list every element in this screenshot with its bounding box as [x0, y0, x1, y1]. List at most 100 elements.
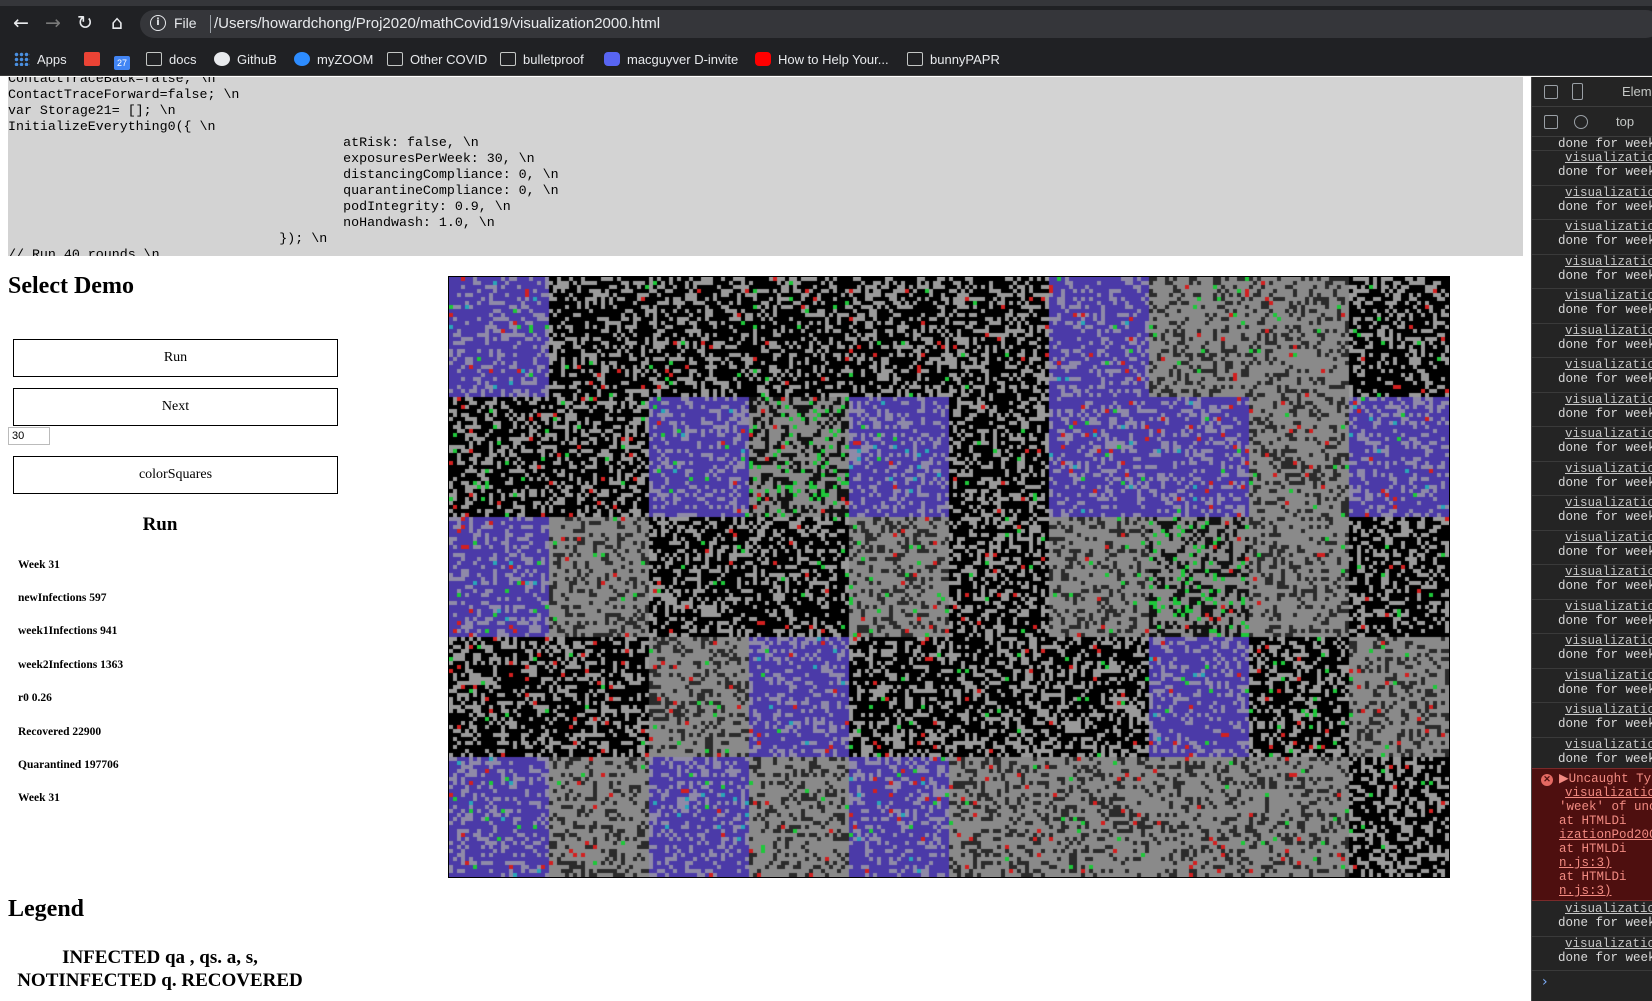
zoom-icon — [294, 52, 310, 66]
log-source-link[interactable]: visualizatio — [1558, 186, 1652, 200]
bookmark-label: How to Help Your... — [778, 52, 889, 67]
error-icon: ✕ — [1541, 774, 1553, 786]
address-bar[interactable]: i File /Users/howardchong/Proj2020/mathC… — [140, 10, 1652, 38]
code-line: }); \n — [8, 231, 328, 246]
error-line: 'week' of unc — [1559, 800, 1652, 814]
apps-icon — [14, 52, 30, 66]
bookmark-github[interactable]: GithuB — [214, 50, 277, 70]
bookmark-bunnypapr[interactable]: bunnyPAPR — [907, 50, 1000, 70]
error-line: at HTMLDi — [1559, 870, 1627, 884]
home-icon[interactable]: ⌂ — [106, 12, 128, 34]
log-source-link[interactable]: visualizatio — [1558, 462, 1652, 476]
weeks-input[interactable] — [8, 427, 50, 445]
log-text: done for week — [1558, 234, 1652, 248]
select-demo-title: Select Demo — [8, 273, 134, 299]
console-toolbar: top — [1532, 107, 1652, 137]
log-text: done for week — [1558, 406, 1652, 421]
log-source-link[interactable]: visualizatio — [1558, 496, 1652, 510]
bookmark-label: myZOOM — [317, 52, 374, 67]
log-text: done for week — [1558, 165, 1652, 179]
back-icon[interactable]: ← — [10, 12, 32, 34]
stat-r0: r0 0.26 — [18, 692, 52, 704]
bookmark-other-covid[interactable]: Other COVID — [387, 50, 487, 70]
log-source-link[interactable]: visualizatio — [1558, 220, 1652, 234]
bookmark-myzoom[interactable]: myZOOM — [294, 50, 373, 70]
clear-console-icon[interactable] — [1574, 115, 1588, 129]
inspect-icon[interactable] — [1544, 85, 1558, 99]
log-text: done for week — [1558, 441, 1652, 455]
bookmark-calendar[interactable]: 27 — [114, 50, 137, 70]
log-text: done for week — [1558, 199, 1652, 214]
bookmark-label: Other COVID — [410, 52, 488, 67]
log-source-link[interactable]: visualizatio — [1558, 738, 1652, 752]
error-line[interactable]: n.js:3) — [1559, 856, 1612, 870]
device-toggle-icon[interactable] — [1572, 83, 1583, 100]
log-source-link[interactable]: visualizatio — [1558, 358, 1652, 372]
log-source-link[interactable]: visualizatio — [1558, 151, 1652, 165]
forward-icon[interactable]: → — [42, 12, 64, 34]
code-line: var Storage21= []; \n — [8, 103, 176, 118]
log-text: done for week — [1558, 950, 1652, 965]
console-prompt[interactable]: › — [1542, 974, 1548, 990]
code-line: // Run 40 rounds \n — [8, 247, 160, 256]
bookmark-how-to-help[interactable]: How to Help Your... — [755, 50, 889, 70]
context-selector[interactable]: top — [1616, 114, 1634, 129]
error-line: at HTMLDi — [1559, 842, 1627, 856]
error-line[interactable]: visualizatio — [1565, 786, 1652, 800]
bookmarks-bar: Apps 27 docs GithuB myZOOM Other COVID b… — [0, 44, 1652, 76]
error-line[interactable]: izationPod200 — [1559, 828, 1652, 842]
next-button[interactable]: Next — [13, 388, 338, 426]
stat-quarantined: Quarantined 197706 — [18, 759, 119, 771]
console-log-entry: visualizatio done for week — [1532, 324, 1652, 358]
log-source-link[interactable]: visualizatio — [1558, 634, 1652, 648]
console-log-entry: visualizatio done for week — [1532, 738, 1652, 772]
log-source-link[interactable]: visualizatio — [1558, 427, 1652, 441]
log-source-link[interactable]: visualizatio — [1558, 565, 1652, 579]
log-text: done for week — [1558, 916, 1652, 930]
console-log-entry: visualizatio done for week — [1532, 496, 1652, 531]
code-line: distancingCompliance: 0, \n — [8, 167, 559, 182]
bookmark-apps[interactable]: Apps — [14, 50, 67, 70]
log-source-link[interactable]: visualizatio — [1558, 937, 1652, 951]
url-scheme: File — [174, 15, 197, 31]
log-source-link[interactable]: visualizatio — [1558, 669, 1652, 683]
log-source-link[interactable]: visualizatio — [1558, 255, 1652, 269]
bookmark-macguyver[interactable]: macguyver D-invite — [604, 50, 738, 70]
folder-icon — [907, 52, 923, 66]
log-source-link[interactable]: visualizatio — [1558, 703, 1652, 717]
color-squares-button[interactable]: colorSquares — [13, 456, 338, 494]
log-source-link[interactable]: visualizatio — [1558, 902, 1652, 916]
console-log-entry: visualizatio done for week — [1532, 393, 1652, 427]
url-separator — [210, 15, 211, 33]
devtools-toolbar: Elem — [1532, 77, 1652, 107]
population-grid — [448, 276, 1450, 878]
log-text: done for week — [1558, 475, 1652, 490]
info-icon[interactable]: i — [150, 15, 166, 31]
log-source-link[interactable]: visualizatio — [1558, 324, 1652, 338]
github-icon — [214, 52, 230, 66]
log-source-link[interactable]: visualizatio — [1558, 531, 1652, 545]
console-log-entry: visualizatio done for week — [1532, 220, 1652, 255]
bookmark-bulletproof[interactable]: bulletproof — [500, 50, 584, 70]
stat-week: Week 31 — [18, 559, 60, 571]
discord-icon — [604, 52, 620, 66]
run-button[interactable]: Run — [13, 339, 338, 377]
log-source-link[interactable]: visualizatio — [1558, 393, 1652, 407]
bookmark-label: Apps — [37, 52, 67, 67]
code-line: atRisk: false, \n — [8, 135, 479, 150]
error-line[interactable]: ▶Uncaught Ty — [1559, 772, 1651, 786]
log-source-link[interactable]: visualizatio — [1558, 289, 1652, 303]
legend-line-1: INFECTED qa , qs. a, s, — [62, 947, 258, 968]
bookmark-docs[interactable]: docs — [146, 50, 196, 70]
console-log-entry: visualizatio done for week — [1532, 531, 1652, 565]
reload-icon[interactable]: ↻ — [74, 12, 96, 34]
sidebar-toggle-icon[interactable] — [1544, 115, 1558, 129]
error-line[interactable]: n.js:3) — [1559, 884, 1612, 898]
stat-new-infections: newInfections 597 — [18, 592, 107, 604]
bookmark-label: macguyver D-invite — [627, 52, 739, 67]
log-source-link[interactable]: visualizatio — [1558, 600, 1652, 614]
tab-elements[interactable]: Elem — [1622, 84, 1652, 99]
bookmark-gmail[interactable] — [84, 50, 107, 70]
code-line: podIntegrity: 0.9, \n — [8, 199, 511, 214]
url-text[interactable]: /Users/howardchong/Proj2020/mathCovid19/… — [214, 15, 660, 32]
